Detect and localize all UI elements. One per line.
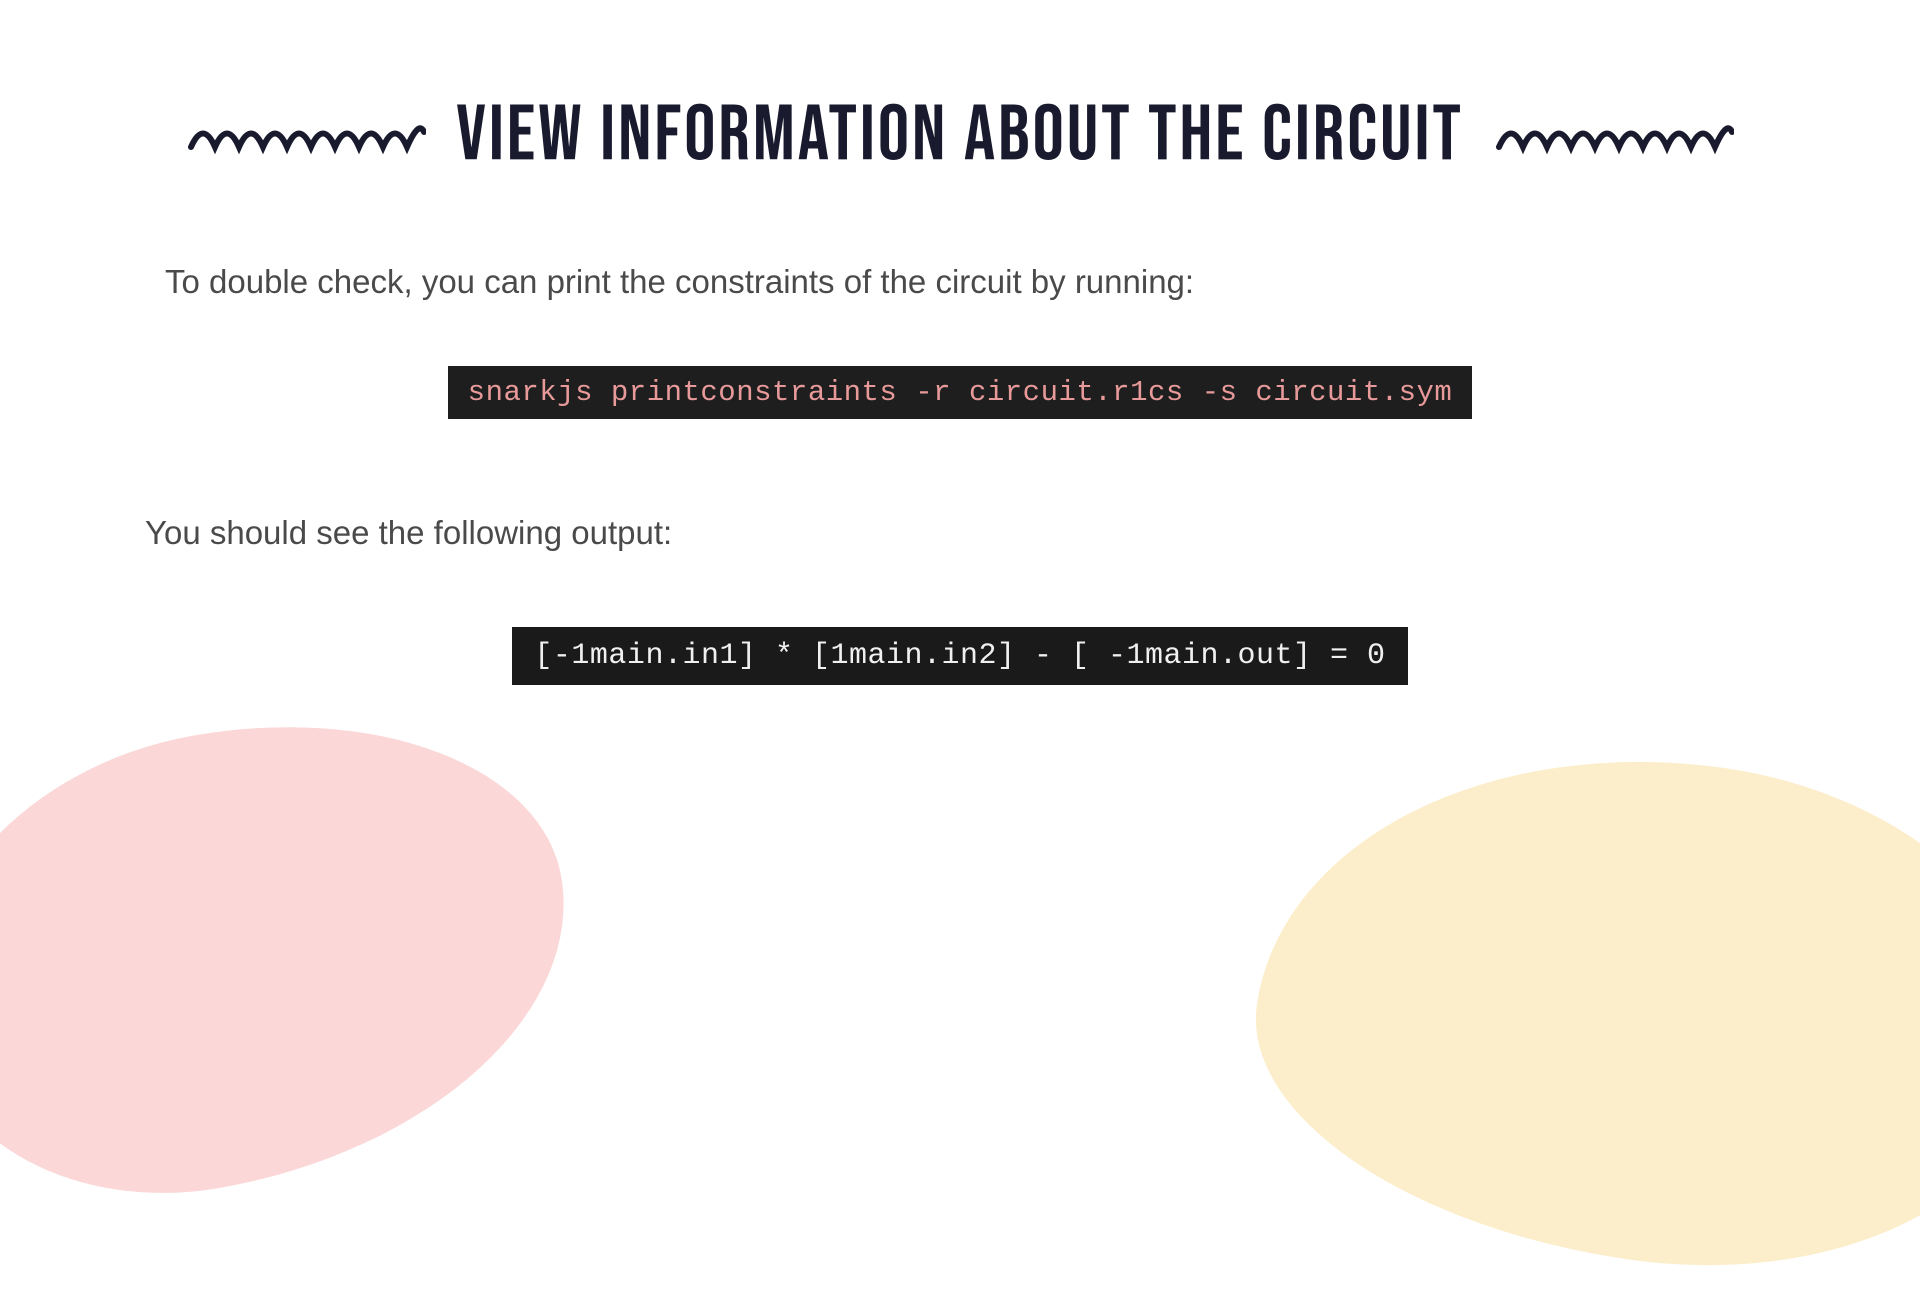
title-row: View information about the circuit [145,90,1775,183]
output-label: You should see the following output: [145,514,1775,552]
decorative-blob-cream [1229,708,1920,1312]
slide-content: View information about the circuit To do… [0,0,1920,685]
output-code-block: [-1main.in1] * [1main.in2] - [ -1main.ou… [512,627,1407,685]
squiggle-left-icon [186,112,426,162]
page-title: View information about the circuit [456,90,1464,183]
decorative-blob-pink [0,677,604,1233]
intro-paragraph: To double check, you can print the const… [165,263,1775,301]
command-code-block: snarkjs printconstraints -r circuit.r1cs… [448,366,1473,419]
squiggle-right-icon [1494,112,1734,162]
